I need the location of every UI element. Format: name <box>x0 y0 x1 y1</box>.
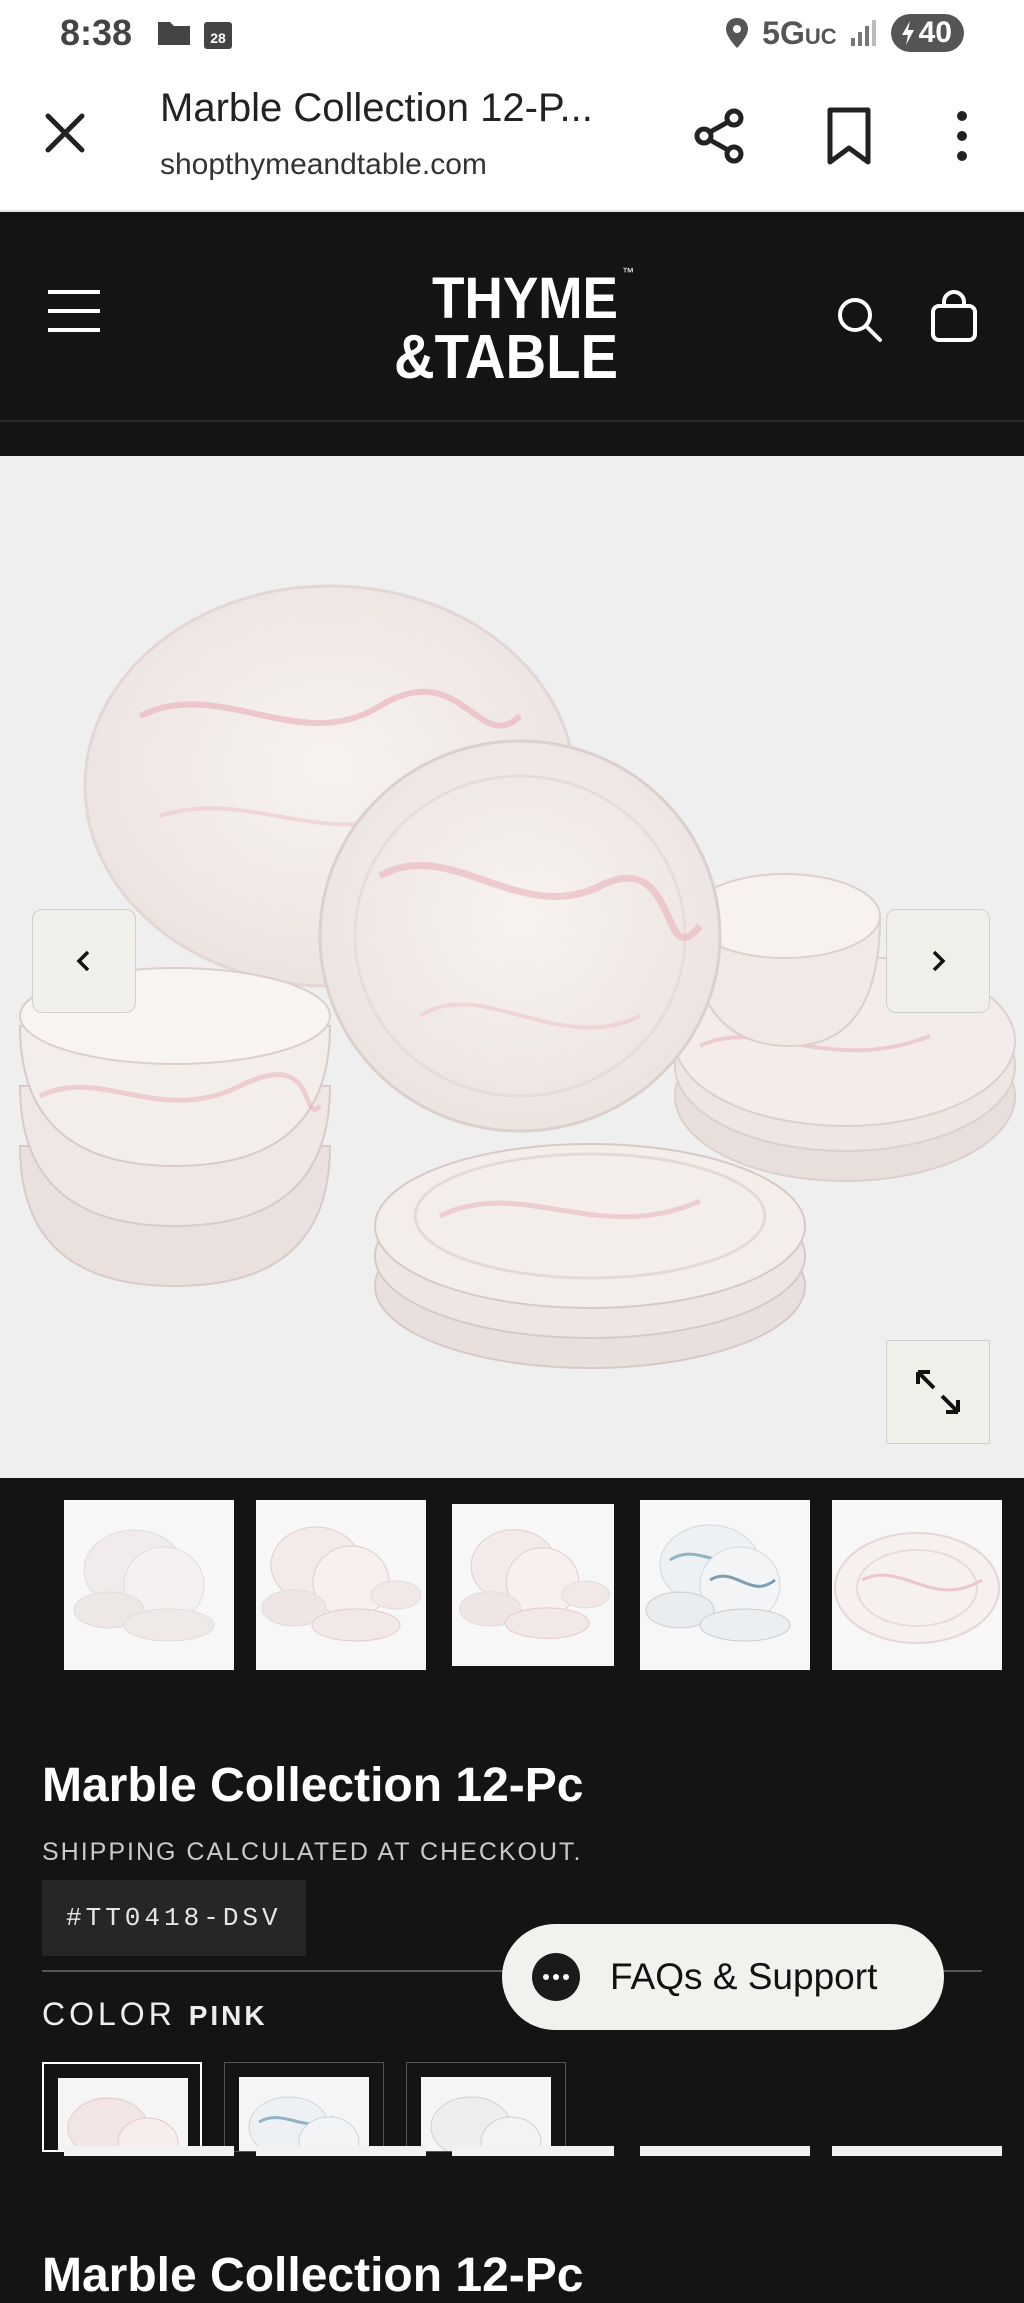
battery-indicator: 40 <box>890 14 964 52</box>
svg-text:&TABLE: &TABLE <box>394 323 618 384</box>
cart-bag-icon[interactable] <box>928 290 980 344</box>
expand-image-button[interactable] <box>886 1340 990 1444</box>
thumbnail-image <box>834 1532 1000 1644</box>
header-strip <box>0 424 1024 456</box>
faq-support-button[interactable]: FAQs & Support <box>502 1924 944 2030</box>
svg-text:™: ™ <box>622 265 634 279</box>
carousel-indicator <box>452 2146 614 2156</box>
more-options-icon[interactable] <box>940 106 984 166</box>
thumbnail-4[interactable] <box>640 1500 810 1670</box>
search-icon[interactable] <box>834 294 884 344</box>
site-header: THYME ™ &TABLE <box>0 214 1024 422</box>
calendar-icon: 28 <box>204 22 232 49</box>
status-time: 8:38 <box>60 12 133 53</box>
thumbnail-3[interactable] <box>452 1504 614 1666</box>
thumbnail-image <box>73 1529 215 1642</box>
share-icon[interactable] <box>690 106 750 166</box>
selected-color: PINK <box>188 2000 268 2031</box>
thumbnail-2[interactable] <box>256 1500 426 1670</box>
network-label: 5GUC <box>762 14 837 51</box>
carousel-indicator <box>64 2146 234 2156</box>
color-label: COLOR PINK <box>42 1996 268 2032</box>
color-swatch-grey[interactable] <box>406 2062 566 2152</box>
chat-icon <box>532 1953 580 2001</box>
ellipsis-icon <box>543 1974 569 1980</box>
swatch-image <box>67 2097 179 2150</box>
next-image-button[interactable] <box>886 909 990 1013</box>
status-right: 5GUC 40 <box>724 14 964 52</box>
bookmark-icon[interactable] <box>822 106 876 166</box>
swatch-image <box>430 2096 542 2151</box>
product-main-image <box>18 584 1016 1369</box>
thumbnail-5[interactable] <box>832 1500 1002 1670</box>
location-icon <box>726 18 749 48</box>
page-title: Marble Collection 12-P... <box>160 86 593 130</box>
hamburger-menu-icon[interactable] <box>46 286 102 336</box>
charging-icon <box>901 21 914 45</box>
thumbnail-image <box>261 1526 422 1642</box>
thumbnail-image <box>459 1529 610 1639</box>
site-logo[interactable]: THYME ™ &TABLE <box>390 254 640 392</box>
shipping-note: SHIPPING CALCULATED AT CHECKOUT. <box>42 1838 583 1866</box>
product-image-gallery[interactable] <box>0 456 1024 1478</box>
carousel-indicator <box>832 2146 1002 2156</box>
chevron-right-icon <box>932 950 946 972</box>
product-name-repeat: Marble Collection 12-Pc <box>42 2249 584 2302</box>
faq-support-label: FAQs & Support <box>610 1956 878 1997</box>
previous-image-button[interactable] <box>32 909 136 1013</box>
status-bar: 8:38 28 5GUC 40 <box>0 0 1024 66</box>
carousel-indicator <box>256 2146 426 2156</box>
folder-icon <box>158 22 190 45</box>
carousel-indicator <box>640 2146 810 2156</box>
chevron-left-icon <box>76 950 90 972</box>
product-name: Marble Collection 12-Pc <box>42 1759 584 1812</box>
thumbnail-image <box>645 1524 791 1642</box>
color-swatch-blue[interactable] <box>224 2062 384 2152</box>
svg-text:28: 28 <box>210 30 226 46</box>
swatch-image <box>248 2096 360 2151</box>
thumbnail-strip <box>0 1478 1024 1698</box>
product-sku: #TT0418-DSV <box>42 1880 306 1956</box>
close-icon[interactable] <box>40 108 90 158</box>
page-url: shopthymeandtable.com <box>160 148 487 181</box>
expand-icon <box>916 1370 960 1414</box>
svg-text:THYME: THYME <box>432 266 618 331</box>
signal-icon <box>850 20 876 46</box>
thumbnail-1[interactable] <box>64 1500 234 1670</box>
thyme-and-table-logo: THYME ™ &TABLE <box>394 265 634 392</box>
color-swatch-pink[interactable] <box>42 2062 202 2152</box>
browser-toolbar: Marble Collection 12-P... shopthymeandta… <box>0 66 1024 212</box>
